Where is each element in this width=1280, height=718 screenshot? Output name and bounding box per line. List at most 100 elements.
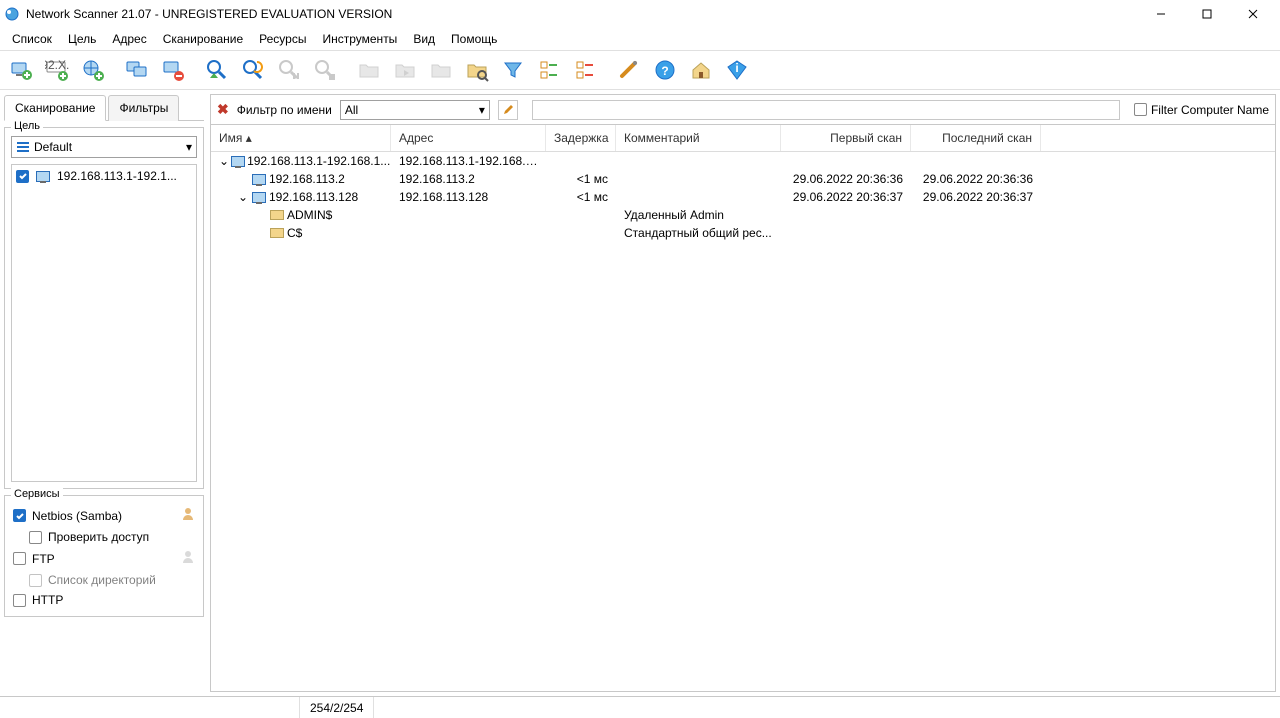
menu-target[interactable]: Цель — [60, 29, 104, 49]
result-row[interactable]: ADMIN$ Удаленный Admin — [211, 206, 1275, 224]
content: ✖ Фильтр по имени All ▾ Filter Computer … — [210, 94, 1276, 692]
chevron-down-icon: ▾ — [186, 140, 192, 154]
titlebar: Network Scanner 21.07 - UNREGISTERED EVA… — [0, 0, 1280, 28]
menu-scan[interactable]: Сканирование — [155, 29, 251, 49]
filter-icon[interactable] — [496, 53, 530, 87]
main-area: Сканирование Фильтры Цель Default ▾ 192.… — [0, 90, 1280, 696]
netbios-checkbox[interactable] — [13, 509, 26, 522]
minimize-button[interactable] — [1138, 0, 1184, 28]
row-last-scan: 29.06.2022 20:36:37 — [911, 189, 1041, 205]
settings-icon[interactable] — [612, 53, 646, 87]
row-first-scan: 29.06.2022 20:36:37 — [781, 189, 911, 205]
folder-play-icon — [388, 53, 422, 87]
remove-host-icon[interactable] — [156, 53, 190, 87]
menu-list[interactable]: Список — [4, 29, 60, 49]
ftp-dirlist-label: Список директорий — [48, 573, 156, 587]
home-icon[interactable] — [684, 53, 718, 87]
sidebar-tabs: Сканирование Фильтры — [4, 94, 204, 121]
monitor-icon — [251, 190, 267, 204]
filter-input[interactable] — [532, 100, 1120, 120]
row-address: 192.168.113.128 — [391, 189, 546, 205]
status-count: 254/2/254 — [300, 697, 374, 718]
help-icon[interactable]: ? — [648, 53, 682, 87]
netbios-check-access-label: Проверить доступ — [48, 530, 149, 544]
row-address — [391, 232, 546, 234]
user-icon[interactable] — [181, 550, 195, 567]
service-ftp-dirlist: Список директорий — [11, 570, 197, 590]
result-row[interactable]: ⌄ 192.168.113.1-192.168.1...192.168.113.1… — [211, 152, 1275, 170]
col-header-delay[interactable]: Задержка — [546, 125, 616, 151]
menu-tools[interactable]: Инструменты — [314, 29, 405, 49]
monitor-icon — [251, 172, 267, 186]
row-comment — [616, 196, 781, 198]
result-row[interactable]: C$Стандартный общий рес... — [211, 224, 1275, 242]
folder-search-icon[interactable] — [460, 53, 494, 87]
collapse-all-icon[interactable] — [568, 53, 602, 87]
row-delay — [546, 232, 616, 234]
service-netbios-check-access: Проверить доступ — [11, 527, 197, 547]
svg-text:?: ? — [661, 64, 668, 78]
row-comment: Стандартный общий рес... — [616, 225, 781, 241]
col-header-comment[interactable]: Комментарий — [616, 125, 781, 151]
menu-address[interactable]: Адрес — [104, 29, 154, 49]
menu-view[interactable]: Вид — [405, 29, 443, 49]
http-checkbox[interactable] — [13, 594, 26, 607]
about-icon[interactable]: i — [720, 53, 754, 87]
target-list[interactable]: 192.168.113.1-192.1... — [11, 164, 197, 482]
col-header-last[interactable]: Последний скан — [911, 125, 1041, 151]
close-button[interactable] — [1230, 0, 1276, 28]
filter-label: Фильтр по имени — [237, 103, 332, 117]
row-name: 192.168.113.128 — [269, 190, 358, 204]
add-network-icon[interactable] — [76, 53, 110, 87]
collapse-icon[interactable]: ⌄ — [237, 190, 249, 204]
row-first-scan — [781, 232, 911, 234]
chevron-down-icon: ▾ — [479, 103, 485, 117]
result-row[interactable]: ⌄192.168.113.128192.168.113.128<1 мс29.0… — [211, 188, 1275, 206]
maximize-button[interactable] — [1184, 0, 1230, 28]
row-address: 192.168.113.1-192.168.11... — [391, 153, 546, 169]
row-comment — [616, 178, 781, 180]
row-delay: <1 мс — [546, 189, 616, 205]
monitor-icon — [35, 169, 51, 183]
menu-resources[interactable]: Ресурсы — [251, 29, 314, 49]
folder-reload-icon — [424, 53, 458, 87]
netbios-check-access-checkbox[interactable] — [29, 531, 42, 544]
row-first-scan — [781, 160, 911, 162]
target-group: Цель Default ▾ 192.168.113.1-192.1... — [4, 127, 204, 489]
pause-scan-icon — [272, 53, 306, 87]
row-name: 192.168.113.1-192.168.1... — [247, 154, 390, 168]
result-row[interactable]: 192.168.113.2192.168.113.2<1 мс29.06.202… — [211, 170, 1275, 188]
col-header-address[interactable]: Адрес — [391, 125, 546, 151]
target-list-item[interactable]: 192.168.113.1-192.1... — [14, 167, 194, 185]
row-name: ADMIN$ — [287, 208, 332, 222]
filter-computer-name-checkbox[interactable] — [1134, 103, 1147, 116]
target-item-checkbox[interactable] — [16, 170, 29, 183]
results-grid[interactable]: Имя ▴ Адрес Задержка Комментарий Первый … — [211, 125, 1275, 691]
rescan-icon[interactable] — [236, 53, 270, 87]
expand-all-icon[interactable] — [532, 53, 566, 87]
user-icon[interactable] — [181, 507, 195, 524]
service-ftp: FTP — [11, 547, 197, 570]
col-header-first[interactable]: Первый скан — [781, 125, 911, 151]
row-last-scan: 29.06.2022 20:36:36 — [911, 171, 1041, 187]
filter-type-combo[interactable]: All ▾ — [340, 100, 490, 120]
row-comment: Удаленный Admin — [616, 207, 781, 223]
start-scan-icon[interactable] — [200, 53, 234, 87]
row-address: 192.168.113.2 — [391, 171, 546, 187]
row-last-scan — [911, 160, 1041, 162]
row-first-scan: 29.06.2022 20:36:36 — [781, 171, 911, 187]
clear-filter-icon[interactable]: ✖ — [217, 101, 229, 118]
computers-icon[interactable] — [120, 53, 154, 87]
tab-filters[interactable]: Фильтры — [108, 95, 179, 121]
add-ip-range-icon[interactable]: 192.X.X — [40, 53, 74, 87]
target-combo[interactable]: Default ▾ — [11, 136, 197, 158]
tab-scanning[interactable]: Сканирование — [4, 95, 106, 121]
edit-filter-button[interactable] — [498, 100, 518, 120]
filter-bar: ✖ Фильтр по имени All ▾ Filter Computer … — [211, 95, 1275, 125]
svg-text:i: i — [735, 61, 738, 75]
add-host-icon[interactable] — [4, 53, 38, 87]
menu-help[interactable]: Помощь — [443, 29, 505, 49]
collapse-icon[interactable]: ⌄ — [219, 154, 229, 168]
ftp-checkbox[interactable] — [13, 552, 26, 565]
col-header-name[interactable]: Имя ▴ — [211, 125, 391, 151]
